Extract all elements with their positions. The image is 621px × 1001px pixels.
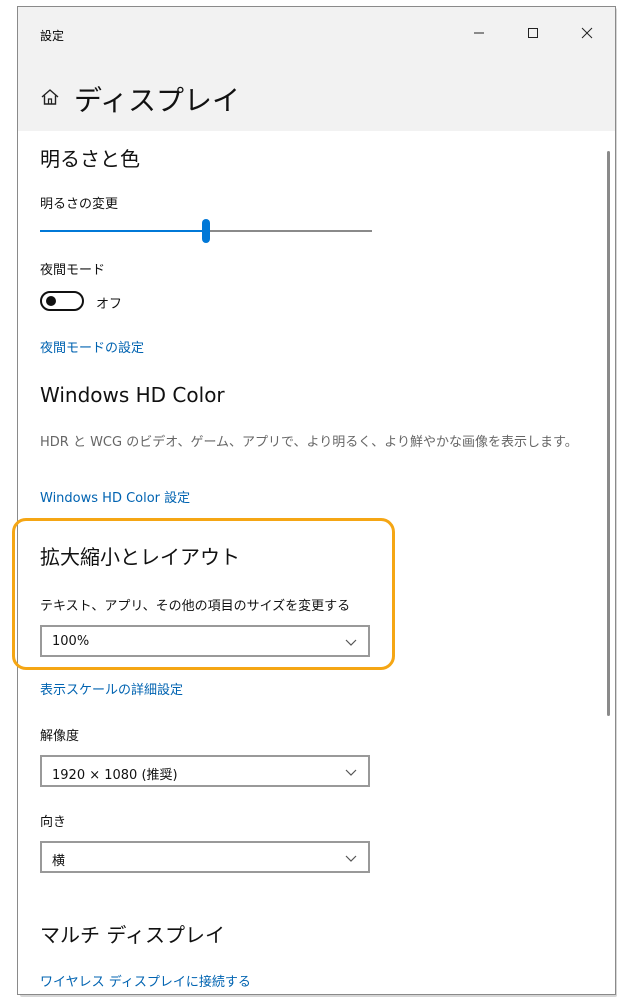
hd-color-description: HDR と WCG のビデオ、ゲーム、アプリで、より明るく、より鮮やかな画像を表… [40, 435, 578, 450]
close-button[interactable] [564, 17, 610, 49]
page-title: ディスプレイ [74, 84, 241, 117]
maximize-icon [528, 28, 538, 38]
slider-track [210, 230, 372, 232]
chevron-down-icon [345, 639, 357, 646]
night-mode-label: 夜間モード [40, 263, 106, 278]
size-dropdown-value: 100% [52, 634, 90, 649]
window-title: 設定 [40, 29, 65, 43]
orientation-dropdown[interactable]: 横 [40, 841, 370, 873]
close-icon [581, 27, 593, 39]
size-dropdown[interactable]: 100% [40, 625, 370, 657]
section-title-multi-display: マルチ ディスプレイ [40, 923, 225, 947]
title-bar[interactable]: 設定 [18, 7, 615, 61]
brightness-label: 明るさの変更 [40, 197, 119, 212]
night-mode-state: オフ [96, 297, 123, 312]
section-title-scale: 拡大縮小とレイアウト [40, 545, 240, 569]
slider-fill [40, 230, 206, 232]
page-header: ディスプレイ [18, 61, 615, 131]
section-title-brightness: 明るさと色 [40, 147, 140, 171]
brightness-slider[interactable] [40, 219, 372, 243]
minimize-icon [474, 32, 484, 34]
orientation-label: 向き [40, 815, 67, 830]
resolution-dropdown[interactable]: 1920 × 1080 (推奨) [40, 755, 370, 787]
resolution-dropdown-value: 1920 × 1080 (推奨) [52, 768, 178, 783]
advanced-scale-link[interactable]: 表示スケールの詳細設定 [40, 679, 183, 698]
orientation-dropdown-value: 横 [52, 854, 66, 869]
section-title-hd-color: Windows HD Color [40, 383, 225, 407]
settings-window: 設定 ディスプレイ 明るさと色 明るさの変更 夜間モード オフ 夜間モードの設定… [17, 6, 616, 995]
resolution-label: 解像度 [40, 729, 80, 744]
chevron-down-icon [345, 855, 357, 862]
night-mode-toggle[interactable] [40, 291, 84, 311]
scrollbar[interactable] [607, 151, 610, 716]
hd-color-settings-link[interactable]: Windows HD Color 設定 [40, 487, 190, 506]
maximize-button[interactable] [510, 17, 556, 49]
night-mode-settings-link[interactable]: 夜間モードの設定 [40, 337, 144, 356]
toggle-knob [46, 296, 56, 306]
minimize-button[interactable] [456, 17, 502, 49]
slider-thumb[interactable] [202, 219, 210, 243]
home-icon[interactable] [40, 87, 60, 107]
settings-content: 明るさと色 明るさの変更 夜間モード オフ 夜間モードの設定 Windows H… [18, 131, 615, 994]
wireless-display-link[interactable]: ワイヤレス ディスプレイに接続する [40, 971, 251, 990]
chevron-down-icon [345, 769, 357, 776]
size-label: テキスト、アプリ、その他の項目のサイズを変更する [40, 599, 351, 614]
